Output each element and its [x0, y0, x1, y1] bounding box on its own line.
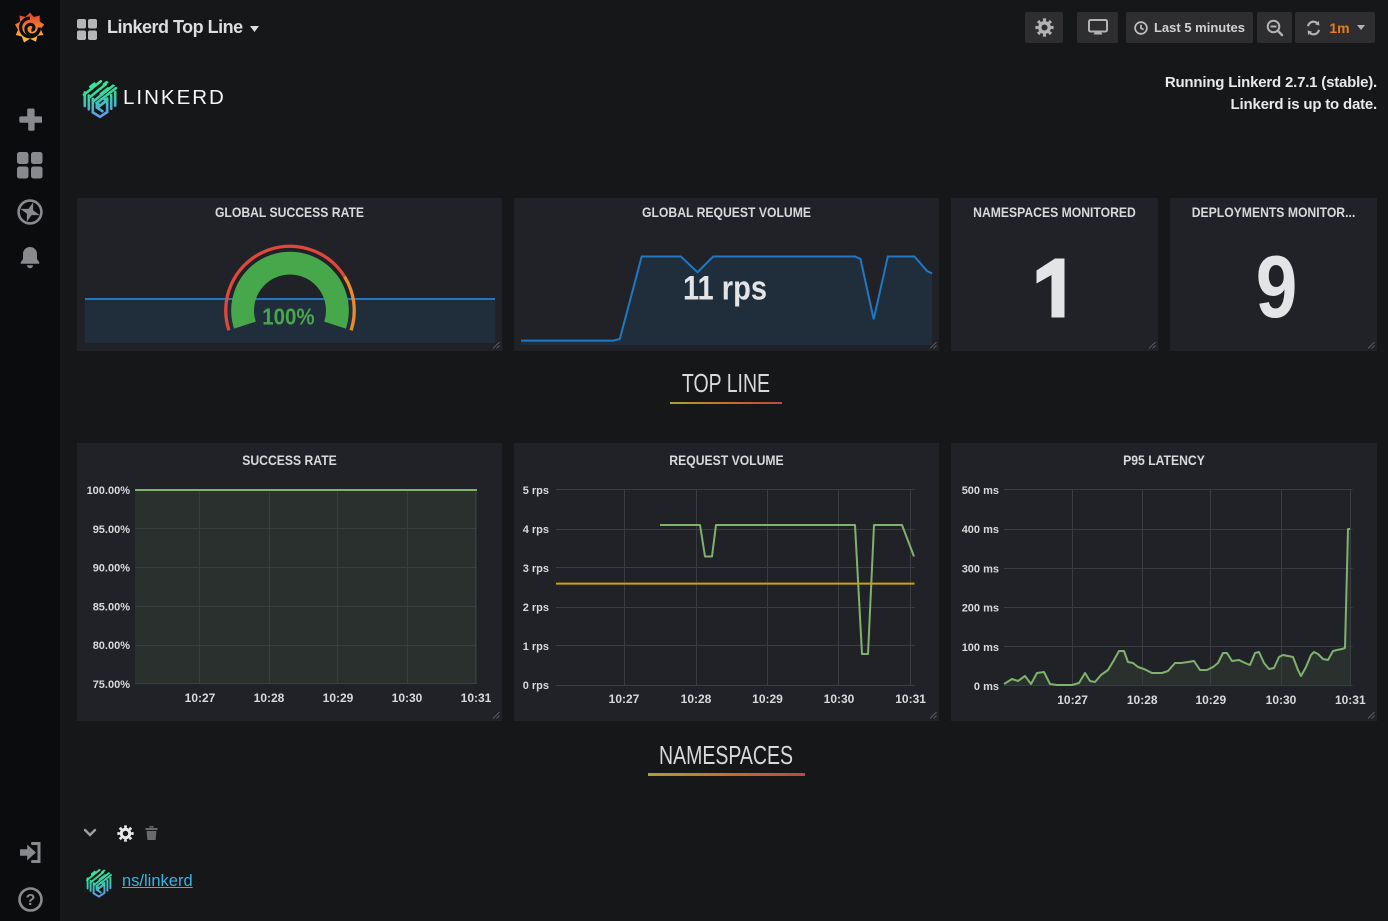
- svg-text:10:28: 10:28: [1127, 693, 1158, 707]
- svg-text:10:31: 10:31: [1335, 693, 1366, 707]
- svg-text:3 rps: 3 rps: [523, 563, 549, 575]
- svg-text:2 rps: 2 rps: [523, 602, 549, 614]
- svg-text:300 ms: 300 ms: [962, 563, 999, 575]
- svg-text:500 ms: 500 ms: [962, 485, 999, 497]
- svg-text:95.00%: 95.00%: [93, 524, 131, 536]
- svg-text:5 rps: 5 rps: [523, 485, 549, 497]
- svg-text:10:27: 10:27: [185, 691, 216, 705]
- svg-text:100.00%: 100.00%: [87, 485, 131, 497]
- svg-text:100%: 100%: [262, 303, 314, 329]
- svg-text:200 ms: 200 ms: [962, 603, 999, 615]
- svg-text:10:28: 10:28: [254, 691, 285, 705]
- svg-text:90.00%: 90.00%: [93, 563, 131, 575]
- svg-text:0 ms: 0 ms: [974, 681, 999, 693]
- svg-text:10:27: 10:27: [609, 692, 640, 706]
- svg-text:10:29: 10:29: [752, 692, 783, 706]
- svg-text:100 ms: 100 ms: [962, 642, 999, 654]
- svg-text:10:28: 10:28: [681, 692, 712, 706]
- svg-text:85.00%: 85.00%: [93, 601, 131, 613]
- svg-text:10:30: 10:30: [824, 692, 855, 706]
- svg-text:80.00%: 80.00%: [93, 640, 131, 652]
- svg-text:10:30: 10:30: [1266, 693, 1297, 707]
- svg-text:10:29: 10:29: [1195, 693, 1226, 707]
- svg-text:10:31: 10:31: [895, 692, 926, 706]
- svg-text:10:30: 10:30: [392, 691, 423, 705]
- svg-text:1 rps: 1 rps: [523, 641, 549, 653]
- svg-text:4 rps: 4 rps: [523, 524, 549, 536]
- svg-text:11 rps: 11 rps: [683, 268, 767, 307]
- svg-text:10:31: 10:31: [461, 691, 492, 705]
- svg-text:75.00%: 75.00%: [93, 679, 131, 691]
- svg-text:0 rps: 0 rps: [523, 680, 549, 692]
- svg-text:10:29: 10:29: [323, 691, 354, 705]
- svg-text:400 ms: 400 ms: [962, 524, 999, 536]
- svg-text:?: ?: [25, 892, 35, 909]
- svg-text:10:27: 10:27: [1057, 693, 1088, 707]
